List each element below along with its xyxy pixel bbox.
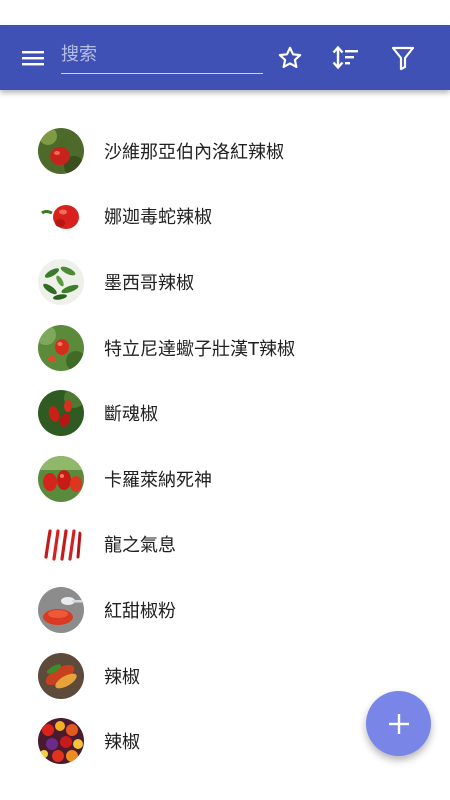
list-item[interactable]: 龍之氣息 <box>0 512 450 578</box>
list-item[interactable]: 娜迦毒蛇辣椒 <box>0 184 450 250</box>
status-bar <box>0 0 450 25</box>
pepper-thumbnail-icon <box>38 193 84 240</box>
menu-icon <box>22 50 44 65</box>
search-input[interactable] <box>61 37 263 71</box>
pepper-name: 沙維那亞伯內洛紅辣椒 <box>104 141 284 163</box>
star-outline-icon <box>278 46 302 68</box>
toolbar <box>0 25 450 90</box>
pepper-name: 辣椒 <box>104 666 140 688</box>
pepper-thumbnail-icon <box>38 521 84 568</box>
pepper-name: 卡羅萊納死神 <box>104 469 212 491</box>
sort-button[interactable] <box>322 25 370 90</box>
list-item[interactable]: 斷魂椒 <box>0 380 450 446</box>
add-button[interactable] <box>366 691 431 756</box>
pepper-thumbnail-icon <box>38 258 84 305</box>
plus-icon <box>388 713 409 734</box>
pepper-thumbnail-icon <box>38 586 84 633</box>
pepper-thumbnail-icon <box>38 390 84 437</box>
pepper-name: 特立尼達蠍子壯漢T辣椒 <box>104 338 295 360</box>
list-item[interactable]: 墨西哥辣椒 <box>0 249 450 315</box>
search-field <box>61 37 263 74</box>
favorites-button[interactable] <box>266 25 314 90</box>
pepper-thumbnail-icon <box>38 718 84 765</box>
sort-icon <box>332 45 358 69</box>
pepper-thumbnail-icon <box>38 455 84 502</box>
pepper-name: 墨西哥辣椒 <box>104 272 194 294</box>
list-item[interactable]: 特立尼達蠍子壯漢T辣椒 <box>0 315 450 381</box>
menu-button[interactable] <box>9 25 57 90</box>
pepper-thumbnail-icon <box>38 324 84 371</box>
list-item[interactable]: 紅甜椒粉 <box>0 577 450 643</box>
pepper-name: 龍之氣息 <box>104 535 176 557</box>
filter-button[interactable] <box>379 25 427 90</box>
pepper-name: 辣椒 <box>104 732 140 754</box>
filter-icon <box>391 46 415 70</box>
screen: 沙維那亞伯內洛紅辣椒 娜迦毒蛇辣椒 墨西哥辣椒 <box>0 0 450 800</box>
pepper-thumbnail-icon <box>38 127 84 174</box>
pepper-thumbnail-icon <box>38 652 84 699</box>
pepper-name: 紅甜椒粉 <box>104 600 176 622</box>
pepper-list: 沙維那亞伯內洛紅辣椒 娜迦毒蛇辣椒 墨西哥辣椒 特立尼達蠍子壯漢T辣椒 斷魂椒 … <box>0 118 450 774</box>
list-item[interactable]: 卡羅萊納死神 <box>0 446 450 512</box>
list-item[interactable]: 沙維那亞伯內洛紅辣椒 <box>0 118 450 184</box>
pepper-name: 娜迦毒蛇辣椒 <box>104 207 212 229</box>
pepper-name: 斷魂椒 <box>104 404 158 426</box>
